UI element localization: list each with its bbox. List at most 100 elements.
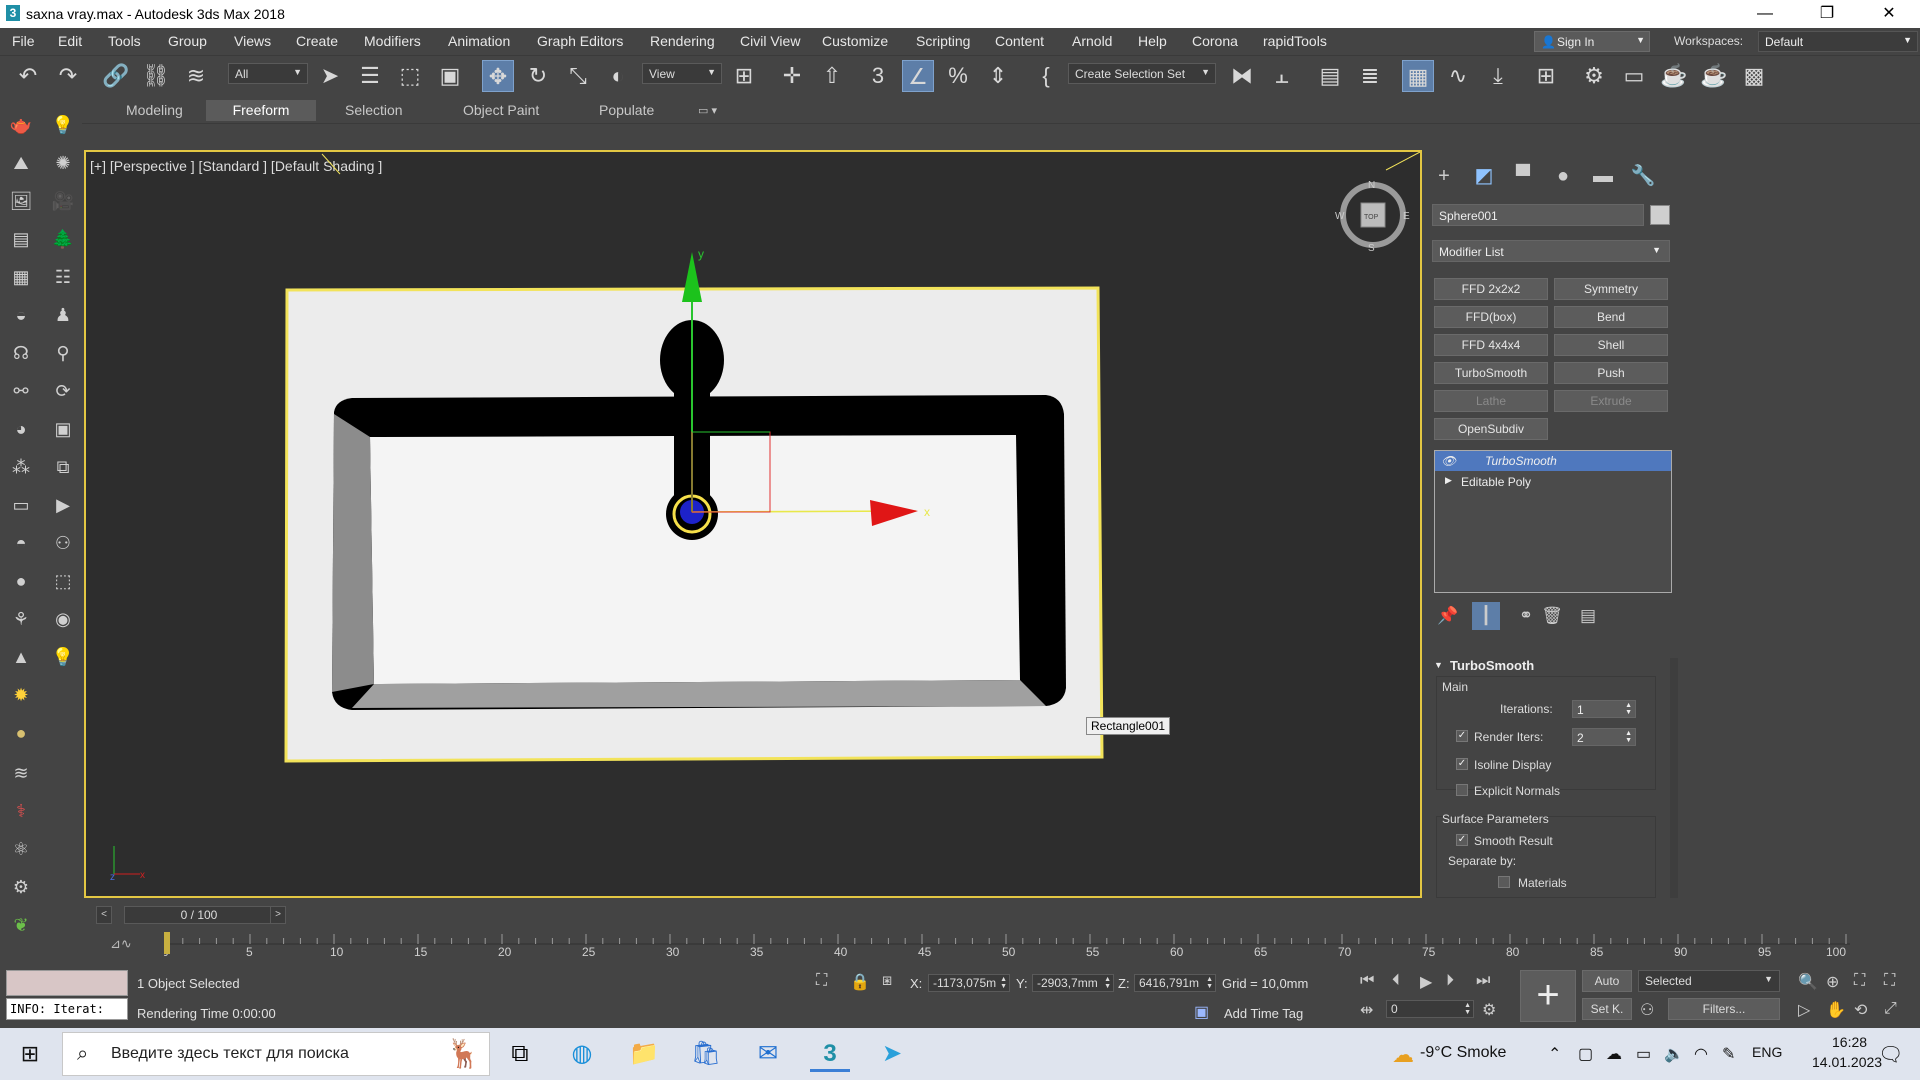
menu-file[interactable]: File: [12, 33, 35, 49]
volume-icon[interactable]: 🔈: [1664, 1044, 1684, 1064]
language-indicator[interactable]: ENG: [1752, 1044, 1782, 1060]
transform-icon[interactable]: ⧉: [50, 454, 76, 480]
plant-icon[interactable]: ❦: [8, 912, 34, 938]
previous-key-icon[interactable]: ⏴: [1392, 972, 1400, 990]
task-view-icon[interactable]: ⧉: [500, 1036, 540, 1072]
3ds-max-taskbar-icon[interactable]: 3: [810, 1036, 850, 1072]
play-icon[interactable]: ▶: [1420, 972, 1432, 992]
create-tab-icon[interactable]: +: [1429, 162, 1459, 190]
tab-modeling[interactable]: Modeling: [112, 100, 197, 121]
crowd-icon[interactable]: ⚇: [50, 530, 76, 556]
selection-filter-select[interactable]: All ▼: [228, 63, 308, 84]
key-filter-select[interactable]: Selected ▼: [1638, 970, 1780, 992]
smooth-result-checkbox[interactable]: ✓: [1456, 834, 1468, 846]
terrain-icon[interactable]: ⛰: [8, 150, 34, 176]
modifier-symmetry-button[interactable]: Symmetry: [1554, 278, 1668, 300]
zoom-extents-all-icon[interactable]: ⛶: [1884, 972, 1895, 990]
zoom-extents-icon[interactable]: ⛶: [1854, 972, 1865, 990]
snaps-toggle-icon[interactable]: 3: [862, 60, 894, 92]
bulb-outline-icon[interactable]: 💡: [50, 644, 76, 670]
sphere-icon[interactable]: ◕: [8, 416, 34, 442]
select-manipulate-icon[interactable]: ✛: [776, 60, 808, 92]
go-to-end-icon[interactable]: ⏭: [1476, 972, 1490, 990]
eye-icon[interactable]: ◉: [50, 606, 76, 632]
select-rotate-icon[interactable]: ↻: [522, 60, 554, 92]
tray-overflow-icon[interactable]: ⌃: [1548, 1044, 1561, 1064]
sign-in-dropdown[interactable]: 👤 Sign In ▼: [1534, 31, 1650, 52]
pivot-center-icon[interactable]: ⊞: [728, 60, 760, 92]
object-color-swatch[interactable]: [1650, 205, 1670, 225]
battery-icon[interactable]: ▭: [1636, 1044, 1651, 1064]
current-frame-field[interactable]: 0 ▲ ▼: [1386, 1000, 1474, 1018]
current-frame-marker[interactable]: [164, 932, 170, 954]
clock-date[interactable]: 14.01.2023: [1812, 1054, 1882, 1070]
modifier-ffd-4x4x4-button[interactable]: FFD 4x4x4: [1434, 334, 1548, 356]
y-coordinate-field[interactable]: -2903,7mm ▲ ▼: [1032, 974, 1114, 992]
light-bulb-icon[interactable]: 💡: [50, 112, 76, 138]
render-iterative-icon[interactable]: ☕: [1698, 60, 1730, 92]
align-icon[interactable]: ⫠: [1266, 60, 1298, 92]
modify-tab-icon[interactable]: ◩: [1469, 162, 1499, 190]
reference-coordinate-select[interactable]: View ▼: [642, 63, 722, 84]
layer-explorer-icon[interactable]: ≣: [1354, 60, 1386, 92]
edit-named-selection-icon[interactable]: {: [1030, 60, 1062, 92]
expand-triangle-icon[interactable]: ▶: [1445, 475, 1452, 486]
make-unique-icon[interactable]: ⚭: [1512, 602, 1540, 630]
list-icon[interactable]: ☷: [50, 264, 76, 290]
wifi-icon[interactable]: ◠: [1694, 1044, 1708, 1064]
configure-modifier-sets-icon[interactable]: ▤: [1574, 602, 1602, 630]
explicit-normals-checkbox[interactable]: [1456, 784, 1468, 796]
group-icon[interactable]: ⁂: [8, 454, 34, 480]
z-coordinate-field[interactable]: 6416,791m ▲ ▼: [1134, 974, 1216, 992]
atom-icon[interactable]: ⚛: [8, 836, 34, 862]
stack-item-turbosmooth[interactable]: 👁 TurboSmooth: [1435, 451, 1671, 471]
menu-tools[interactable]: Tools: [108, 33, 141, 49]
cone-icon[interactable]: ▲: [8, 644, 34, 670]
teapot-icon[interactable]: 🫖: [8, 112, 34, 138]
pen-icon[interactable]: ✎: [1722, 1044, 1735, 1064]
modifier-list-select[interactable]: Modifier List ▼: [1432, 240, 1670, 262]
spinner-arrows-icon[interactable]: ▲ ▼: [1625, 702, 1632, 716]
menu-rendering[interactable]: Rendering: [650, 33, 715, 49]
mesh-icon[interactable]: ◒: [8, 302, 34, 328]
pill-icon[interactable]: ⚕: [8, 798, 34, 824]
tab-selection[interactable]: Selection: [331, 100, 417, 121]
mail-icon[interactable]: ✉: [748, 1036, 788, 1072]
time-tag-icon[interactable]: ▣: [1194, 1002, 1209, 1022]
minimize-button[interactable]: —: [1742, 2, 1788, 26]
telegram-icon[interactable]: ➤: [872, 1036, 912, 1072]
modifier-ffd-2x2x2-button[interactable]: FFD 2x2x2: [1434, 278, 1548, 300]
previous-frame-arrow-icon[interactable]: <: [96, 906, 112, 924]
close-button[interactable]: ✕: [1866, 2, 1912, 26]
menu-customize[interactable]: Customize: [822, 33, 888, 49]
maxscript-output[interactable]: INFO: Iterat:: [6, 998, 128, 1020]
workspace-select[interactable]: Default ▼: [1758, 31, 1918, 52]
gold-sphere-icon[interactable]: ●: [8, 720, 34, 746]
key-mode-toggle-icon[interactable]: ⇹: [1360, 1000, 1373, 1020]
link-icon[interactable]: 🔗: [100, 60, 132, 92]
menu-create[interactable]: Create: [296, 33, 338, 49]
menu-animation[interactable]: Animation: [448, 33, 510, 49]
spinner-arrows-icon[interactable]: ▲ ▼: [1104, 976, 1111, 990]
viewcube[interactable]: N S W E TOP: [1333, 175, 1413, 255]
menu-views[interactable]: Views: [234, 33, 271, 49]
spinner-arrows-icon[interactable]: ▲ ▼: [1464, 1002, 1471, 1016]
marker-icon[interactable]: ⚲: [50, 340, 76, 366]
track-bar[interactable]: ⊿∿ 0510152025303540455055606570758085909…: [94, 930, 1920, 960]
field-of-view-icon[interactable]: ▷: [1798, 1000, 1810, 1020]
weather-text[interactable]: -9°C Smoke: [1420, 1044, 1506, 1062]
redo-icon[interactable]: ↷: [52, 60, 84, 92]
command-panel-scrollbar[interactable]: [1670, 658, 1678, 898]
mirror-icon[interactable]: ⧓: [1226, 60, 1258, 92]
taskbar-search-box[interactable]: ⌕ Введите здесь текст для поиска 🦌: [62, 1032, 490, 1076]
perspective-viewport[interactable]: [+] [Perspective ] [Standard ] [Default …: [84, 150, 1422, 898]
modifier-bend-button[interactable]: Bend: [1554, 306, 1668, 328]
auto-key-button[interactable]: Auto: [1582, 970, 1632, 992]
isoline-display-checkbox[interactable]: ✓: [1456, 758, 1468, 770]
microsoft-store-icon[interactable]: 🛍: [686, 1036, 726, 1072]
bind-spacewarp-icon[interactable]: ≋: [180, 60, 212, 92]
menu-group[interactable]: Group: [168, 33, 207, 49]
remove-modifier-icon[interactable]: 🗑: [1538, 602, 1566, 630]
motion-tab-icon[interactable]: ●: [1548, 162, 1578, 190]
notifications-icon[interactable]: 🗨: [1878, 1042, 1903, 1067]
